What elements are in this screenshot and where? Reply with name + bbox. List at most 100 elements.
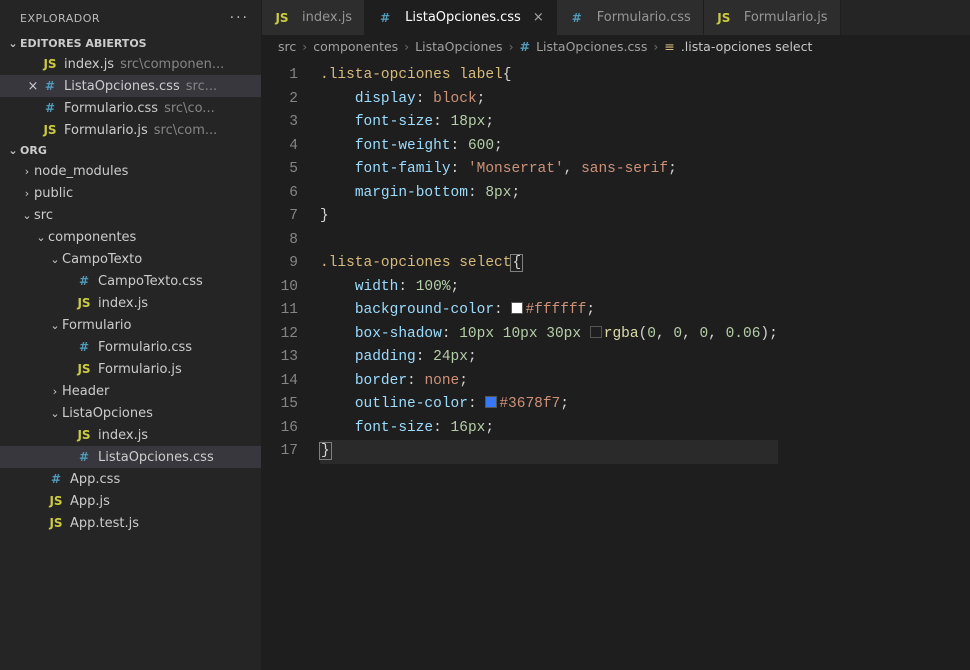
- bracket-match: {: [511, 255, 522, 271]
- tree-item-label: CampoTexto.css: [98, 274, 203, 289]
- chevron-down-icon: ⌄: [6, 37, 20, 50]
- tree-item[interactable]: JSindex.js: [0, 424, 261, 446]
- code-line[interactable]: }: [320, 205, 778, 229]
- open-editor-item[interactable]: JSindex.jssrc\componen...: [0, 53, 261, 75]
- tree-item-label: Formulario.css: [98, 340, 192, 355]
- token-punc: :: [433, 114, 450, 130]
- chevron-down-icon: ⌄: [48, 319, 62, 332]
- tree-item[interactable]: ›node_modules: [0, 160, 261, 182]
- tree-item[interactable]: #App.css: [0, 468, 261, 490]
- color-swatch[interactable]: [511, 302, 523, 314]
- code-line[interactable]: width: 100%;: [320, 276, 778, 300]
- close-icon[interactable]: ×: [24, 79, 42, 94]
- tab-label: Formulario.css: [597, 10, 691, 25]
- line-number: 2: [262, 88, 298, 112]
- token-prop: background-color: [355, 302, 494, 318]
- code-editor[interactable]: 1234567891011121314151617 .lista-opcione…: [262, 58, 970, 670]
- chevron-down-icon: ⌄: [6, 144, 20, 157]
- tree-item[interactable]: ⌄componentes: [0, 226, 261, 248]
- code-line[interactable]: font-size: 18px;: [320, 111, 778, 135]
- token-num: 0: [673, 326, 682, 342]
- token-punc: {: [503, 67, 512, 83]
- code-line[interactable]: font-family: 'Monserrat', sans-serif;: [320, 158, 778, 182]
- editor-area: JSindex.js#ListaOpciones.css× # Formulario…: [262, 0, 970, 670]
- token-punc: :: [451, 138, 468, 154]
- code-line[interactable]: padding: 24px;: [320, 346, 778, 370]
- color-swatch[interactable]: [485, 396, 497, 408]
- tree-item[interactable]: #ListaOpciones.css: [0, 446, 261, 468]
- code-line[interactable]: font-size: 16px;: [320, 417, 778, 441]
- project-header[interactable]: ⌄ ORG: [0, 141, 261, 160]
- breadcrumb-part[interactable]: src: [278, 39, 296, 54]
- color-swatch[interactable]: [590, 326, 602, 338]
- css-icon: #: [569, 11, 585, 25]
- tree-item[interactable]: JSApp.js: [0, 490, 261, 512]
- code-line[interactable]: .lista-opciones select{: [320, 252, 778, 276]
- selector-icon: ≡: [664, 39, 674, 54]
- tree-item[interactable]: JSFormulario.js: [0, 358, 261, 380]
- code-line[interactable]: display: block;: [320, 88, 778, 112]
- chevron-right-icon: ›: [20, 187, 34, 200]
- line-gutter: 1234567891011121314151617: [262, 58, 314, 670]
- tree-item[interactable]: ⌄Formulario: [0, 314, 261, 336]
- token-punc: :: [416, 91, 433, 107]
- code-line[interactable]: .lista-opciones label{: [320, 64, 778, 88]
- code-line[interactable]: background-color: #ffffff;: [320, 299, 778, 323]
- token-num: 10px 10px 30px: [459, 326, 590, 342]
- open-editors-label: EDITORES ABIERTOS: [20, 37, 147, 50]
- tree-item-label: index.js: [98, 296, 148, 311]
- file-tree: ›node_modules›public⌄src⌄componentes⌄Cam…: [0, 160, 261, 670]
- file-name: Formulario.css: [64, 101, 158, 116]
- tree-item[interactable]: JSApp.test.js: [0, 512, 261, 534]
- tree-item-label: Formulario: [62, 318, 131, 333]
- token-prop: font-size: [355, 420, 433, 436]
- tree-item[interactable]: ›public: [0, 182, 261, 204]
- tab[interactable]: JSindex.js: [262, 0, 365, 35]
- code-line[interactable]: font-weight: 600;: [320, 135, 778, 159]
- tab[interactable]: JSFormulario.js: [704, 0, 841, 35]
- tree-item-label: Header: [62, 384, 109, 399]
- code-line[interactable]: box-shadow: 10px 10px 30px rgba(0, 0, 0,…: [320, 323, 778, 347]
- close-icon[interactable]: ×: [533, 10, 544, 25]
- tree-item[interactable]: ›Header: [0, 380, 261, 402]
- token-punc: :: [494, 302, 511, 318]
- token-punc: :: [442, 326, 459, 342]
- css-icon: #: [42, 101, 58, 115]
- tree-item[interactable]: ⌄ListaOpciones: [0, 402, 261, 424]
- token-punc: ;: [485, 420, 494, 436]
- breadcrumb[interactable]: src›componentes›ListaOpciones›#ListaOpci…: [262, 35, 970, 58]
- tab[interactable]: # Formulario.css: [557, 0, 704, 35]
- token-prop: box-shadow: [355, 326, 442, 342]
- open-editor-item[interactable]: JSFormulario.jssrc\com...: [0, 119, 261, 141]
- tree-item-label: App.test.js: [70, 516, 139, 531]
- code-line[interactable]: margin-bottom: 8px;: [320, 182, 778, 206]
- more-icon[interactable]: ···: [230, 10, 249, 26]
- code-line[interactable]: outline-color: #3678f7;: [320, 393, 778, 417]
- breadcrumb-part[interactable]: componentes: [313, 39, 398, 54]
- css-icon: #: [76, 274, 92, 288]
- breadcrumb-file[interactable]: ListaOpciones.css: [536, 39, 647, 54]
- tab[interactable]: #ListaOpciones.css×: [365, 0, 557, 35]
- breadcrumb-part[interactable]: ListaOpciones: [415, 39, 502, 54]
- tree-item[interactable]: # CampoTexto.css: [0, 270, 261, 292]
- code-line[interactable]: border: none;: [320, 370, 778, 394]
- code-line[interactable]: [320, 229, 778, 253]
- file-name: ListaOpciones.css: [64, 79, 180, 94]
- token-punc: ;: [560, 396, 569, 412]
- token-punc: :: [468, 396, 485, 412]
- tree-item[interactable]: JS index.js: [0, 292, 261, 314]
- code-line[interactable]: }: [320, 440, 778, 464]
- tree-item[interactable]: #Formulario.css: [0, 336, 261, 358]
- open-editor-item[interactable]: ×#ListaOpciones.csssrc...: [0, 75, 261, 97]
- tree-item[interactable]: ⌄src: [0, 204, 261, 226]
- breadcrumb-symbol[interactable]: .lista-opciones select: [681, 39, 813, 54]
- token-sel: .lista-opciones label: [320, 67, 503, 83]
- token-prop: border: [355, 373, 407, 389]
- open-editor-item[interactable]: #Formulario.csssrc\co...: [0, 97, 261, 119]
- code-content[interactable]: .lista-opciones label{ display: block; f…: [314, 58, 778, 670]
- open-editors-header[interactable]: ⌄ EDITORES ABIERTOS: [0, 34, 261, 53]
- token-punc: ,: [708, 326, 725, 342]
- token-prop: font-size: [355, 114, 433, 130]
- tree-item[interactable]: ⌄CampoTexto: [0, 248, 261, 270]
- js-icon: JS: [76, 296, 92, 310]
